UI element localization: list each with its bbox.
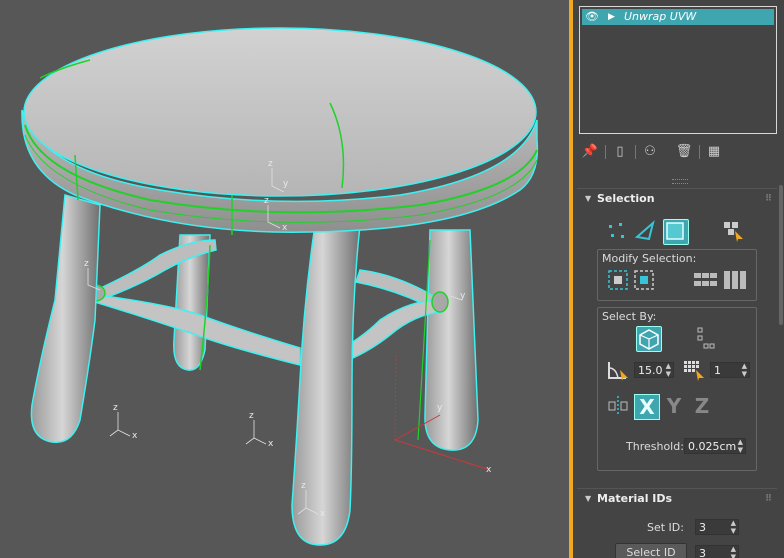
axis-z-toggle[interactable]: Z (690, 394, 714, 418)
material-ids-rollout-title: Material IDs (597, 492, 673, 505)
mirror-select-icon[interactable] (606, 394, 630, 418)
configure-modifier-sets-icon[interactable]: ▦ (705, 143, 723, 161)
toolbar-separator (699, 145, 700, 159)
select-id-spinner[interactable]: 3 ▲ ▼ (695, 545, 739, 558)
panel-resize-grip[interactable] (672, 179, 688, 184)
axis-z-label: z (264, 196, 269, 206)
axis-y-label: y (437, 403, 443, 413)
material-ids-rollout: ▼ Material IDs ⠿ Set ID: 3 ▲ ▼ Select ID … (577, 488, 777, 558)
axis-z-label: z (301, 481, 306, 491)
select-by-label: Select By: (602, 310, 657, 323)
select-by-element-icon[interactable] (636, 326, 662, 352)
viewport-perspective[interactable]: z x z x z x z y z x z y y x (0, 0, 569, 558)
axis-x-toggle[interactable]: X (634, 394, 660, 420)
make-unique-icon[interactable]: ⚇ (641, 143, 659, 161)
modify-selection-group: Modify Selection: (597, 249, 757, 301)
spinner-arrows-icon[interactable]: ▲ ▼ (666, 362, 671, 378)
axis-y-label: y (283, 179, 289, 189)
loop-selection-icon[interactable] (722, 268, 750, 292)
axis-x-label: x (268, 439, 274, 449)
selection-rollout-title: Selection (597, 192, 655, 205)
axis-z-label: z (249, 411, 254, 421)
set-id-value: 3 (699, 521, 706, 534)
modifier-stack-list[interactable]: 👁 ▶ Unwrap UVW (579, 6, 777, 134)
modifier-stack-item[interactable]: 👁 ▶ Unwrap UVW (582, 9, 774, 25)
axis-z-label: z (113, 403, 118, 413)
edge-mode-icon[interactable] (633, 219, 657, 243)
select-id-value: 3 (699, 547, 706, 558)
axis-x-label: x (132, 431, 138, 441)
selection-rollout: ▼ Selection ⠿ Modify Selection: Select B… (577, 188, 777, 479)
toolbar-separator (605, 145, 606, 159)
angle-spinner[interactable]: 15.0 ▲ ▼ (634, 362, 674, 378)
select-by-angle-icon[interactable] (606, 358, 630, 382)
pin-stack-icon[interactable]: 📌 (581, 143, 599, 161)
modify-selection-label: Modify Selection: (602, 252, 697, 265)
spinner-arrows-icon[interactable]: ▲ ▼ (738, 438, 743, 454)
set-id-spinner[interactable]: 3 ▲ ▼ (695, 519, 739, 535)
drag-handle-icon[interactable]: ⠿ (765, 189, 772, 209)
ring-selection-icon[interactable] (692, 268, 720, 292)
selection-rollout-header[interactable]: ▼ Selection ⠿ (577, 189, 777, 209)
spinner-arrows-icon[interactable]: ▲ ▼ (731, 519, 736, 535)
axis-y-toggle[interactable]: Y (662, 394, 686, 418)
axis-z-label: z (268, 159, 273, 169)
spinner-arrows-icon[interactable]: ▲ ▼ (731, 545, 736, 558)
drag-handle-icon[interactable]: ⠿ (765, 489, 772, 509)
grow-value: 1 (714, 364, 721, 377)
spinner-arrows-icon[interactable]: ▲ ▼ (742, 362, 747, 378)
panel-scrollbar[interactable] (779, 185, 783, 325)
axis-y-label: y (460, 291, 466, 301)
select-by-hierarchy-icon[interactable] (694, 326, 718, 350)
vertex-mode-icon[interactable] (605, 219, 629, 243)
collapse-triangle-icon[interactable]: ▼ (585, 189, 591, 209)
threshold-value: 0.025cm (688, 440, 737, 453)
show-end-result-icon[interactable]: ▯ (611, 143, 629, 161)
eye-icon[interactable]: 👁 (585, 11, 601, 23)
threshold-spinner[interactable]: 0.025cm ▲ ▼ (684, 438, 746, 454)
expand-arrow-icon[interactable]: ▶ (608, 11, 618, 23)
polygon-mode-icon[interactable] (663, 219, 689, 245)
select-id-button[interactable]: Select ID (615, 543, 687, 558)
modify-panel: 👁 ▶ Unwrap UVW 📌 ▯ ⚇ 🗑 ▦ ▼ Selection ⠿ M… (573, 0, 784, 558)
material-ids-rollout-header[interactable]: ▼ Material IDs ⠿ (577, 489, 777, 509)
grow-spinner[interactable]: 1 ▲ ▼ (710, 362, 750, 378)
set-id-label: Set ID: (647, 521, 684, 534)
axis-x-label: x (282, 223, 288, 233)
collapse-triangle-icon[interactable]: ▼ (585, 489, 591, 509)
stack-toolbar: 📌 ▯ ⚇ 🗑 ▦ (581, 143, 781, 163)
toolbar-separator (635, 145, 636, 159)
modifier-name: Unwrap UVW (624, 10, 697, 23)
axis-z-label: z (84, 259, 89, 269)
angle-value: 15.0 (638, 364, 663, 377)
select-element-icon[interactable] (721, 219, 745, 243)
stool-3d-model[interactable]: z x z x z x z y z x z y y x (0, 0, 569, 558)
shrink-selection-icon[interactable] (632, 268, 656, 292)
threshold-label: Threshold: (626, 440, 684, 453)
remove-modifier-icon[interactable]: 🗑 (675, 143, 693, 161)
axis-x-label: x (320, 509, 326, 519)
select-grow-grid-icon[interactable] (682, 358, 706, 382)
grow-selection-icon[interactable] (606, 268, 630, 292)
select-by-group: Select By: 15.0 ▲ ▼ 1 ▲ ▼ X Y Z Threshol… (597, 307, 757, 471)
axis-x-label: x (486, 465, 492, 475)
